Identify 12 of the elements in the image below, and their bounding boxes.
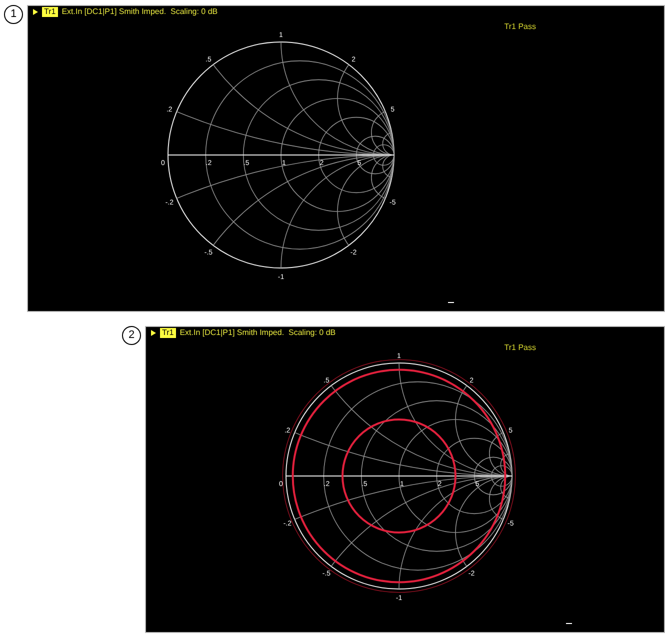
figure-number: 2	[122, 326, 141, 345]
marker-dash-icon	[566, 623, 572, 624]
figure-number: 1	[4, 5, 23, 24]
pointer-icon	[151, 330, 156, 336]
trace-header: Ext.In [DC1|P1] Smith Imped. Scaling: 0 dB	[62, 7, 218, 17]
trace-header: Ext.In [DC1|P1] Smith Imped. Scaling: 0 dB	[180, 328, 336, 338]
marker-dash-icon	[448, 302, 454, 303]
pointer-icon	[33, 9, 38, 15]
trace-status: Tr1 Pass	[504, 343, 536, 353]
trace-tag[interactable]: Tr1	[42, 7, 58, 17]
trace-status: Tr1 Pass	[504, 22, 536, 32]
trace-tag[interactable]: Tr1	[160, 328, 176, 338]
